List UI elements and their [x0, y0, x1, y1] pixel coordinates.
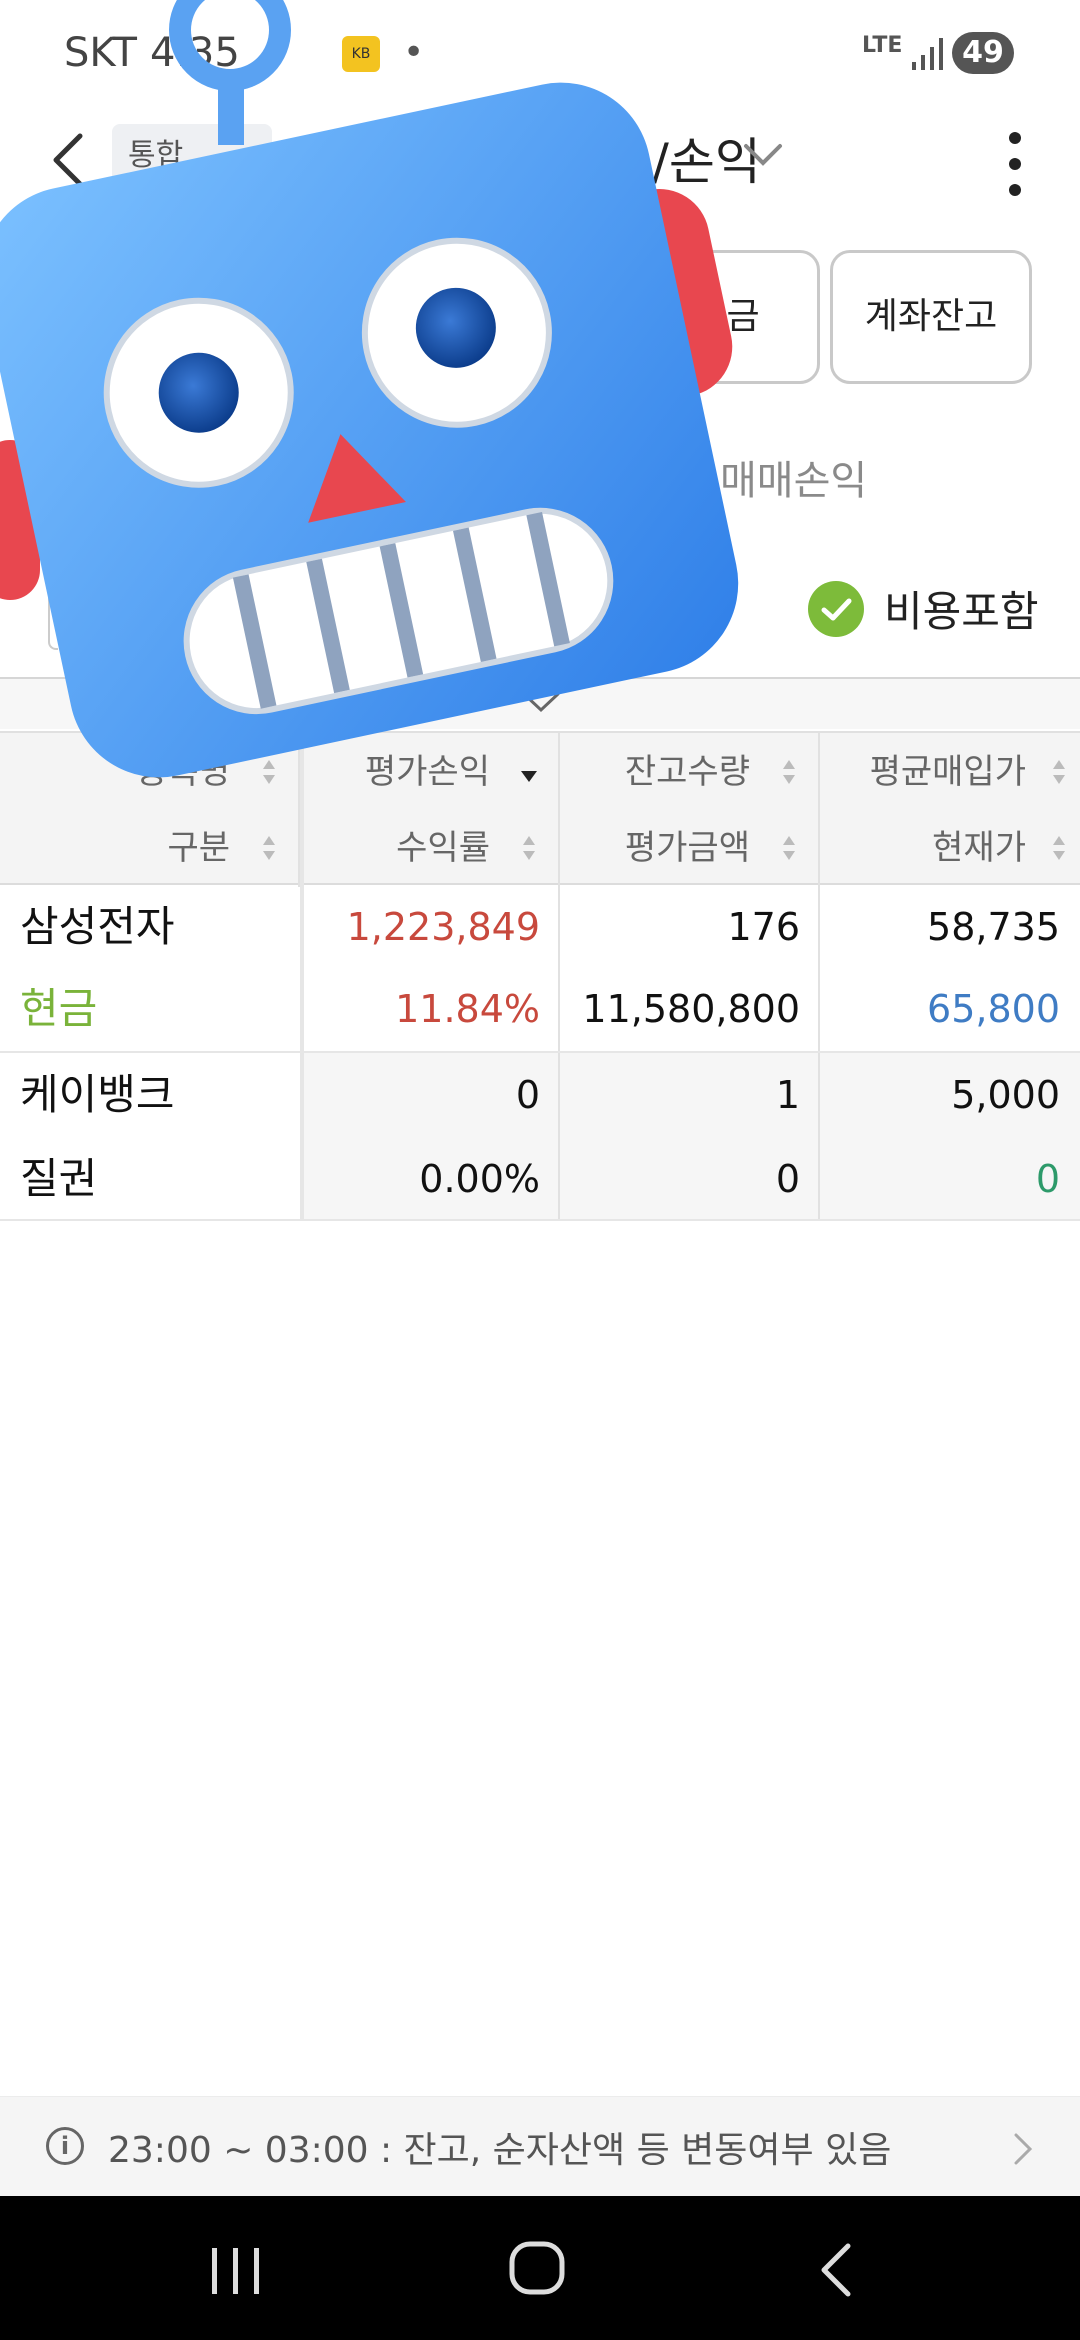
notice-text: 23:00 ~ 03:00 : 잔고, 순자산액 등 변동여부 있음	[108, 2130, 892, 2171]
home-icon[interactable]	[508, 2238, 568, 2298]
recent-apps-icon[interactable]	[206, 2246, 266, 2296]
eval-amount-value: 0	[775, 1157, 800, 1201]
notice-banner[interactable]: i 23:00 ~ 03:00 : 잔고, 순자산액 등 변동여부 있음	[0, 2096, 1080, 2197]
eval-pl-value: 1,223,849	[346, 905, 540, 949]
column-header-type[interactable]: 구분	[0, 809, 300, 887]
sort-icon	[263, 836, 275, 860]
info-icon: i	[46, 2127, 84, 2165]
holding-type: 현금	[20, 984, 98, 1033]
return-rate-value: 11.84%	[395, 987, 540, 1031]
column-header-avg-price[interactable]: 평균매입가	[820, 733, 1080, 811]
return-rate-value: 0.00%	[419, 1157, 540, 1201]
back-nav-icon[interactable]	[816, 2240, 856, 2300]
sort-icon	[783, 760, 795, 784]
current-price-value: 0	[1035, 1157, 1060, 1201]
holding-type: 질권	[20, 1154, 98, 1203]
column-header-label: 현재가	[932, 828, 1026, 868]
sort-icon	[783, 836, 795, 860]
stock-name: 케이뱅크	[20, 1070, 175, 1119]
system-navigation-bar	[0, 2196, 1080, 2340]
table-row[interactable]: 질권 0.00% 0 0	[0, 1137, 1080, 1221]
column-header-return-rate[interactable]: 수익률	[300, 809, 560, 887]
column-header-label: 평균매입가	[869, 752, 1026, 792]
stock-name: 삼성전자	[20, 902, 175, 951]
include-cost-label: 비용포함	[884, 587, 1039, 636]
sort-icon	[1053, 760, 1065, 784]
battery-icon: 49	[952, 32, 1014, 74]
sort-icon	[523, 836, 535, 860]
column-header-eval-amount[interactable]: 평가금액	[560, 809, 820, 887]
more-options-icon[interactable]	[992, 124, 1038, 204]
account-balance-button[interactable]: 계좌잔고	[830, 250, 1032, 384]
column-header-label: 구분	[167, 828, 230, 868]
table-row[interactable]: 삼성전자 1,223,849 176 58,735	[0, 885, 1080, 969]
avg-price-value: 58,735	[927, 905, 1060, 949]
sort-icon	[1053, 836, 1065, 860]
robot-emoji-sticker	[0, 0, 739, 778]
column-header-label: 평가금액	[624, 828, 750, 868]
column-header-current-price[interactable]: 현재가	[820, 809, 1080, 887]
table-row[interactable]: 현금 11.84% 11,580,800 65,800	[0, 967, 1080, 1051]
current-price-value: 65,800	[927, 987, 1060, 1031]
avg-price-value: 5,000	[951, 1073, 1060, 1117]
signal-icon	[912, 38, 943, 70]
eval-pl-value: 0	[515, 1073, 540, 1117]
lte-icon: LTE	[862, 33, 903, 58]
column-header-label: 수익률	[396, 828, 490, 868]
chevron-right-icon	[1014, 2133, 1033, 2165]
quantity-value: 176	[727, 905, 800, 949]
check-circle-icon	[808, 581, 864, 637]
table-row[interactable]: 케이뱅크 0 1 5,000	[0, 1053, 1080, 1137]
quantity-value: 1	[775, 1073, 800, 1117]
eval-amount-value: 11,580,800	[582, 987, 800, 1031]
